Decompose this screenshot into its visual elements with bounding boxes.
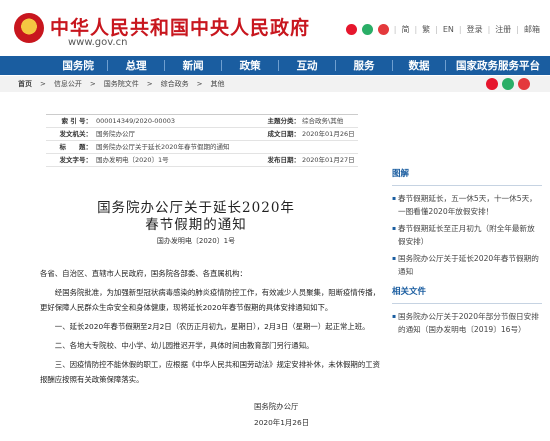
article-title: 国务院办公厅关于延长2020年 春节假期的通知 [36, 200, 356, 234]
top-links: | 简 | 繁 | EN | 登录 | 注册 | 邮箱 [345, 24, 540, 35]
article-paragraph: 二、各地大专院校、中小学、幼儿园推迟开学，具体时间由教育部门另行通知。 [54, 341, 314, 351]
info-row: 索 引 号： 000014349/2020-00003 主题分类： 综合政务\其… [46, 115, 358, 128]
signature-date: 2020年1月26日 [254, 418, 310, 427]
breadcrumb-sep: > [89, 80, 96, 88]
issuer-label: 发文机关： [59, 130, 93, 138]
sidebar-section-infographics: 图解 [392, 169, 410, 179]
breadcrumb-other[interactable]: 其他 [211, 79, 225, 89]
index-label: 索 引 号： [61, 117, 92, 125]
site-header: 中华人民共和国中央人民政府 www.gov.cn | 简 | 繁 | EN | … [0, 0, 550, 56]
nav-item-service-platform[interactable]: 国家政务服务平台 [446, 58, 550, 73]
index-value: 000014349/2020-00003 [96, 117, 175, 125]
breadcrumb-home[interactable]: 首页 [18, 79, 32, 89]
sidebar: 图解 春节假期延长，五一休5天，十一休5天，一图看懂2020年放假安排！ 春节假… [392, 168, 542, 340]
article-title-line1: 国务院办公厅关于延长2020年 [97, 200, 295, 216]
share-app-icon[interactable] [518, 78, 530, 90]
nav-item-policy[interactable]: 政策 [222, 58, 278, 73]
publish-date-label: 发布日期： [267, 156, 301, 164]
app-icon[interactable] [377, 24, 389, 35]
sidebar-link[interactable]: 国务院办公厅关于2020年部分节假日安排的通知（国办发明电〔2019〕16号） [392, 310, 542, 336]
article-recipients: 各省、自治区、直辖市人民政府，国务院各部委、各直属机构： [40, 269, 247, 278]
nav-item-premier[interactable]: 总理 [108, 58, 164, 73]
nav-item-services[interactable]: 服务 [336, 58, 392, 73]
article-paragraph: 一、延长2020年春节假期至2月2日（农历正月初九，星期日），2月3日（星期一）… [54, 321, 370, 331]
article-body: 各省、自治区、直辖市人民政府，国务院各部委、各直属机构： 经国务院批准，为加强新… [40, 267, 380, 392]
nav-item-news[interactable]: 新闻 [165, 58, 221, 73]
main-nav: 国务院 总理 新闻 政策 互动 服务 数据 国家政务服务平台 [0, 56, 550, 75]
date-label: 成文日期： [267, 130, 301, 138]
article-paragraph: 经国务院批准，为加强新型冠状病毒感染的肺炎疫情防控工作，有效减少人员聚集，阻断疫… [40, 288, 380, 312]
breadcrumb-state-council-docs[interactable]: 国务院文件 [104, 79, 139, 89]
breadcrumb-sep: > [196, 80, 203, 88]
site-url: www.gov.cn [68, 37, 128, 48]
lang-simplified[interactable]: 简 [401, 24, 409, 35]
doc-number-label: 发文字号： [59, 156, 93, 164]
breadcrumb: 首页 > 信息公开 > 国务院文件 > 综合政务 > 其他 [0, 76, 550, 92]
mailbox-link[interactable]: 邮箱 [524, 24, 540, 35]
title-value: 国务院办公厅关于延长2020年春节假期的通知 [96, 143, 230, 151]
nav-item-state-council[interactable]: 国务院 [49, 58, 107, 73]
national-emblem-icon[interactable] [14, 13, 44, 43]
lang-english[interactable]: EN [443, 25, 454, 34]
publish-date-value: 2020年01月27日 [302, 156, 355, 164]
breadcrumb-sep: > [40, 80, 46, 88]
share-icons [486, 78, 530, 90]
document-info-table: 索 引 号： 000014349/2020-00003 主题分类： 综合政务\其… [46, 114, 358, 167]
weibo-icon[interactable] [345, 24, 357, 35]
info-row: 发文字号： 国办发明电〔2020〕1号 发布日期： 2020年01月27日 [46, 154, 358, 167]
article-doc-number: 国办发明电〔2020〕1号 [156, 237, 236, 245]
signature-org: 国务院办公厅 [254, 402, 299, 411]
wechat-icon[interactable] [361, 24, 373, 35]
nav-item-interaction[interactable]: 互动 [279, 58, 335, 73]
doc-number-value: 国办发明电〔2020〕1号 [96, 156, 169, 164]
sidebar-link[interactable]: 春节假期延长至正月初九（附全年最新放假安排） [392, 222, 542, 248]
sidebar-link[interactable]: 春节假期延长，五一休5天，十一休5天，一图看懂2020年放假安排！ [392, 192, 542, 218]
login-link[interactable]: 登录 [467, 24, 483, 35]
site-title[interactable]: 中华人民共和国中央人民政府 [50, 13, 310, 40]
topic-value: 综合政务\其他 [302, 117, 344, 125]
sidebar-link[interactable]: 国务院办公厅关于延长2020年春节假期的通知 [392, 252, 542, 278]
date-value: 2020年01月26日 [302, 130, 355, 138]
topic-label: 主题分类： [267, 117, 301, 125]
title-label: 标 题： [59, 143, 93, 151]
breadcrumb-sep: > [146, 80, 153, 88]
article-title-line2: 春节假期的通知 [145, 217, 247, 233]
breadcrumb-info-public[interactable]: 信息公开 [54, 79, 82, 89]
nav-home-graphic [0, 56, 50, 75]
divider [392, 303, 542, 304]
divider [392, 185, 542, 186]
lang-traditional[interactable]: 繁 [422, 24, 430, 35]
issuer-value: 国务院办公厅 [96, 130, 135, 138]
info-row: 标 题： 国务院办公厅关于延长2020年春节假期的通知 [46, 141, 358, 154]
article-paragraph: 三、因疫情防控不能休假的职工，应根据《中华人民共和国劳动法》规定安排补休，未休假… [40, 360, 380, 384]
register-link[interactable]: 注册 [495, 24, 511, 35]
breadcrumb-general-affairs[interactable]: 综合政务 [161, 79, 189, 89]
sidebar-section-related: 相关文件 [392, 287, 427, 297]
share-wechat-icon[interactable] [502, 78, 514, 90]
info-row: 发文机关： 国务院办公厅 成文日期： 2020年01月26日 [46, 128, 358, 141]
share-weibo-icon[interactable] [486, 78, 498, 90]
nav-item-data[interactable]: 数据 [393, 58, 445, 73]
